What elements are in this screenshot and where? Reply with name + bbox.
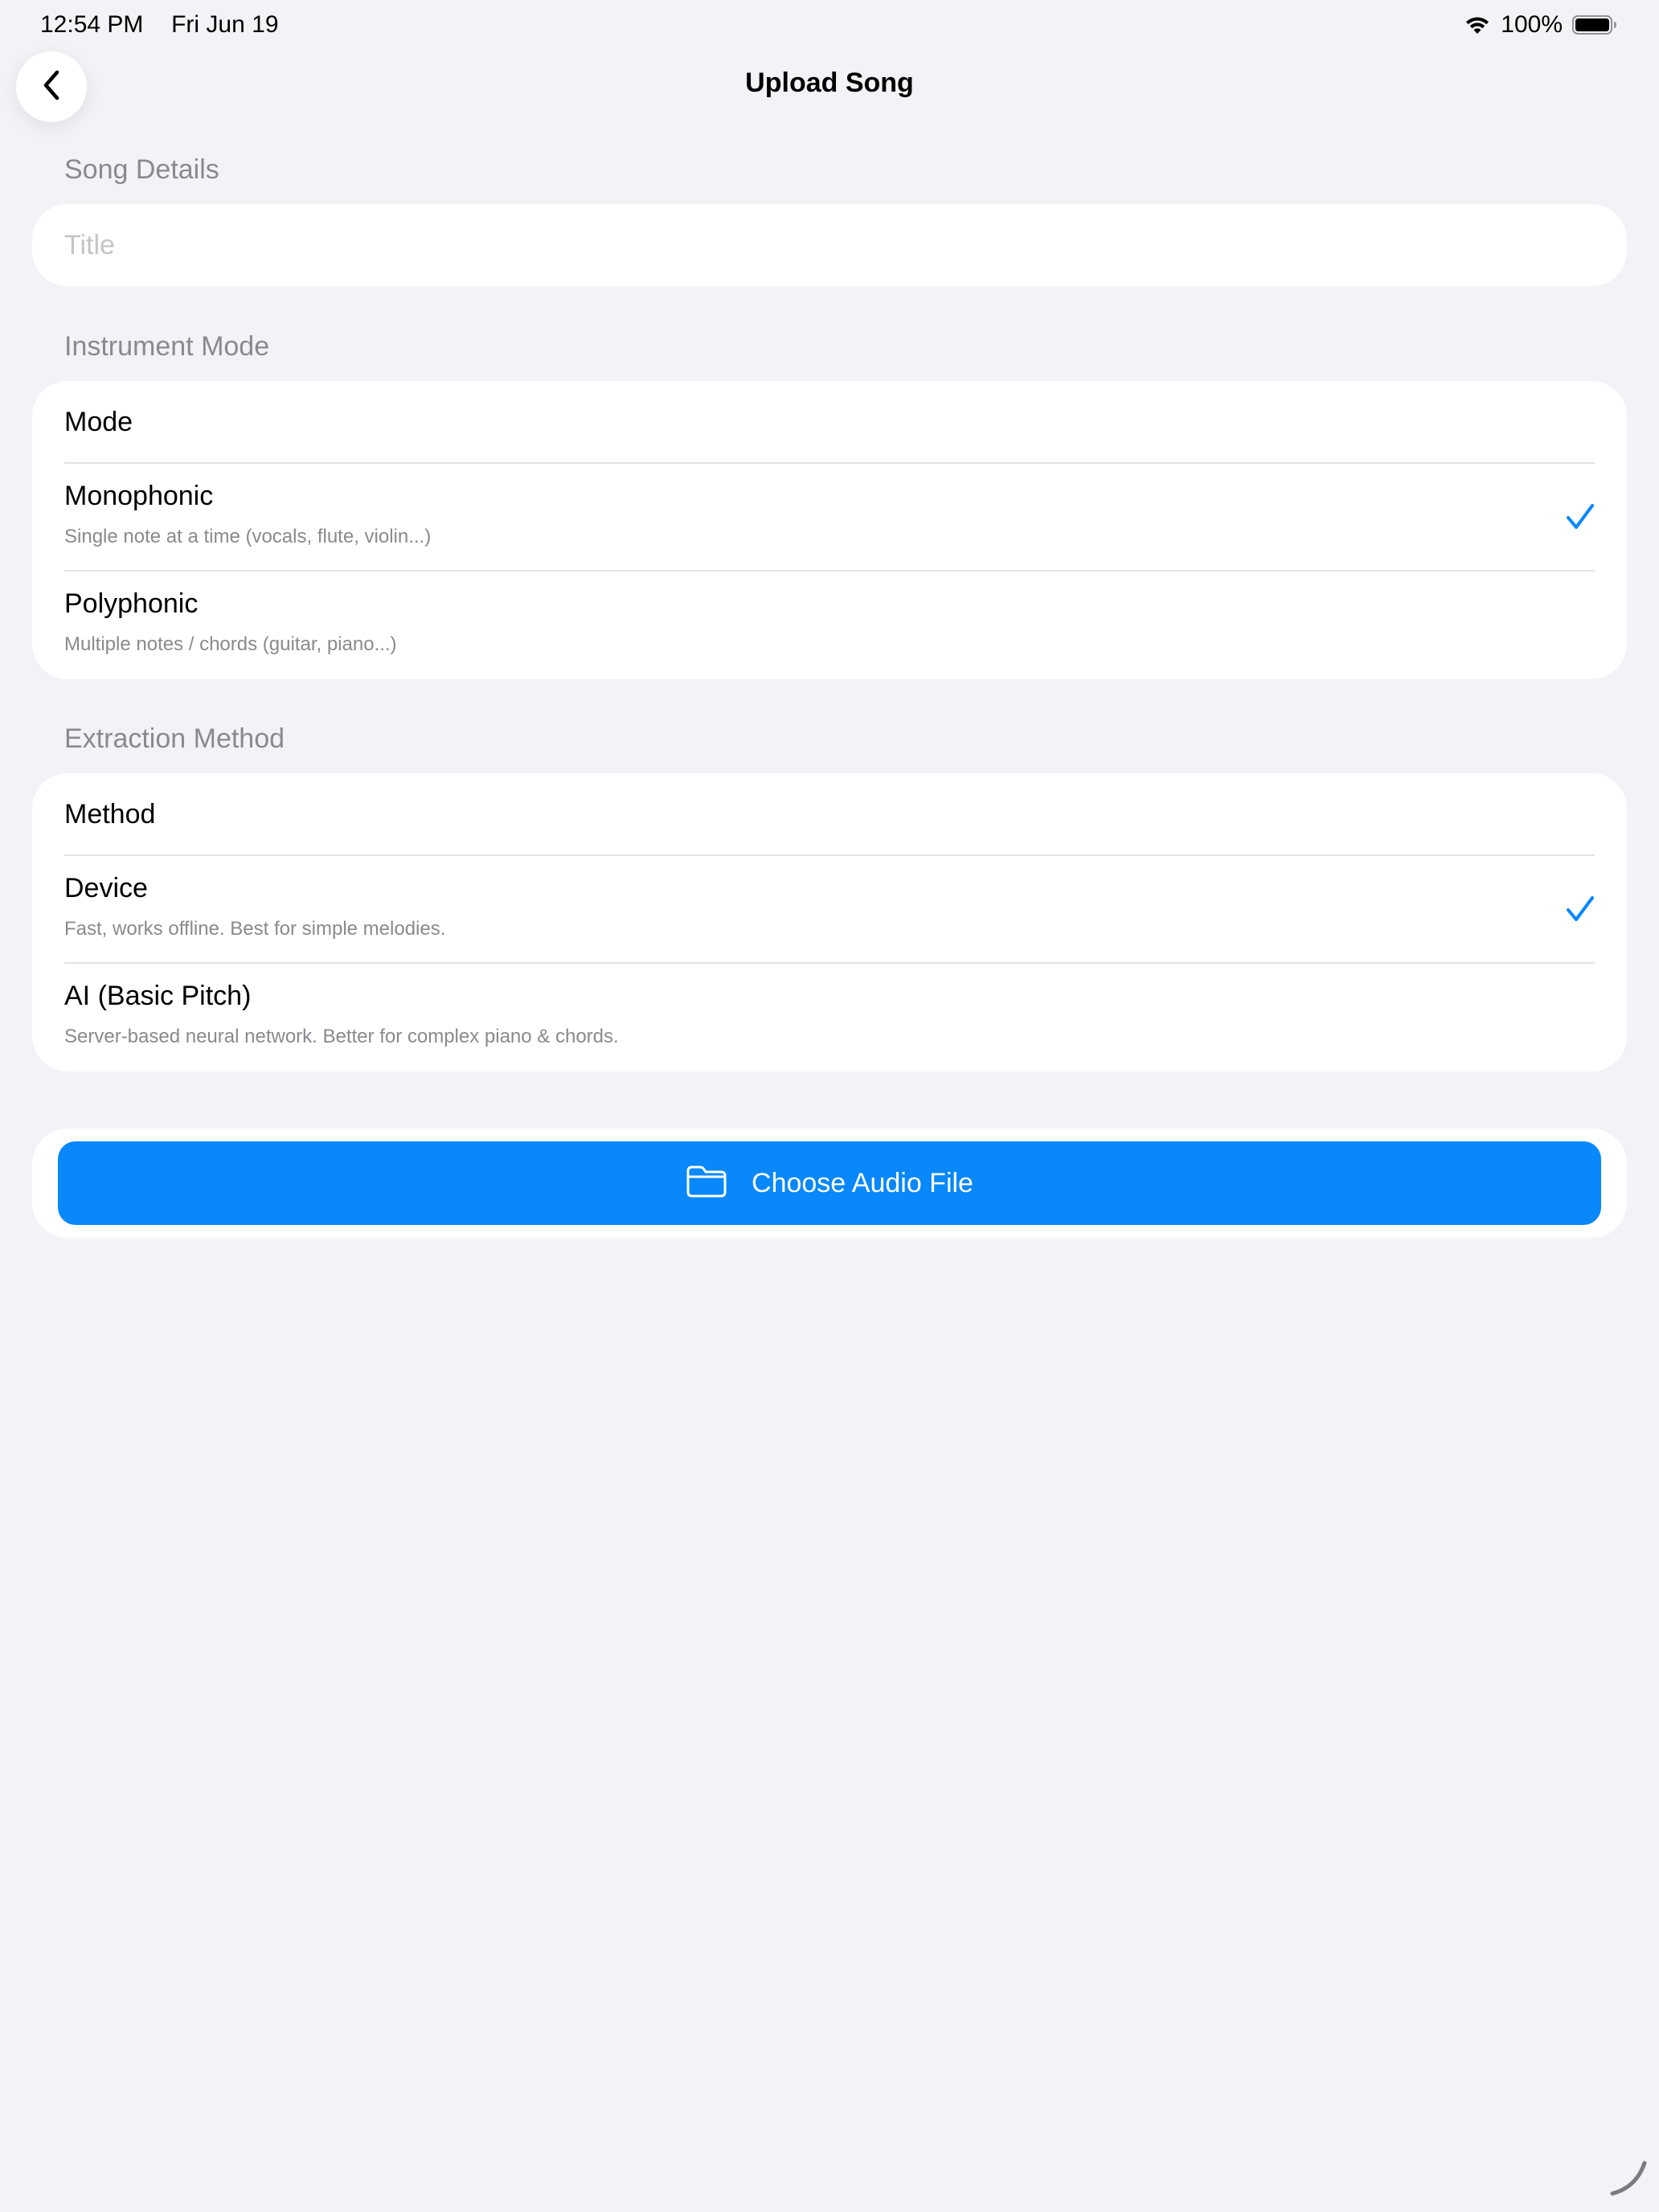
status-clock: 12:54 PM (40, 11, 144, 38)
instrument-mode-card: Mode Monophonic Single note at a time (v… (32, 381, 1627, 679)
option-label: Monophonic (64, 481, 214, 511)
choose-audio-file-label: Choose Audio File (752, 1167, 973, 1198)
status-indicators: 100% (1464, 11, 1617, 39)
method-option-ai-basic-pitch[interactable]: AI (Basic Pitch) Server-based neural net… (32, 963, 1627, 1071)
option-label: AI (Basic Pitch) (64, 981, 252, 1011)
extraction-method-card: Method Device Fast, works offline. Best … (32, 773, 1627, 1071)
folder-icon (686, 1165, 727, 1202)
battery-percent: 100% (1501, 11, 1563, 38)
option-subtitle: Multiple notes / chords (guitar, piano..… (64, 633, 397, 655)
mode-picker-label: Mode (64, 407, 133, 437)
battery-icon (1572, 14, 1617, 35)
choose-audio-file-button[interactable]: Choose Audio File (58, 1141, 1601, 1225)
section-header-instrument-mode: Instrument Mode (64, 331, 270, 362)
method-picker-row: Method (32, 773, 1627, 855)
mode-option-monophonic[interactable]: Monophonic Single note at a time (vocals… (32, 463, 1627, 571)
corner-handle-icon (1604, 2153, 1653, 2206)
option-subtitle: Server-based neural network. Better for … (64, 1026, 619, 1047)
option-label: Polyphonic (64, 588, 199, 619)
page-title: Upload Song (745, 68, 914, 98)
choose-file-card: Choose Audio File (32, 1129, 1627, 1238)
mode-picker-row: Mode (32, 381, 1627, 463)
method-picker-label: Method (64, 799, 156, 830)
section-header-extraction-method: Extraction Method (64, 723, 285, 754)
status-time: 12:54 PM Fri Jun 19 (40, 11, 279, 39)
option-subtitle: Fast, works offline. Best for simple mel… (64, 918, 446, 940)
title-input[interactable] (64, 204, 1595, 286)
option-label: Device (64, 873, 148, 903)
checkmark-icon (1566, 503, 1595, 530)
status-date: Fri Jun 19 (171, 11, 279, 38)
wifi-icon (1464, 14, 1491, 35)
checkmark-icon (1566, 895, 1595, 923)
option-subtitle: Single note at a time (vocals, flute, vi… (64, 526, 432, 547)
section-header-song-details: Song Details (64, 154, 219, 185)
method-option-device[interactable]: Device Fast, works offline. Best for sim… (32, 855, 1627, 963)
mode-option-polyphonic[interactable]: Polyphonic Multiple notes / chords (guit… (32, 571, 1627, 679)
status-bar: 12:54 PM Fri Jun 19 100% (0, 0, 1659, 51)
song-details-card (32, 204, 1627, 286)
